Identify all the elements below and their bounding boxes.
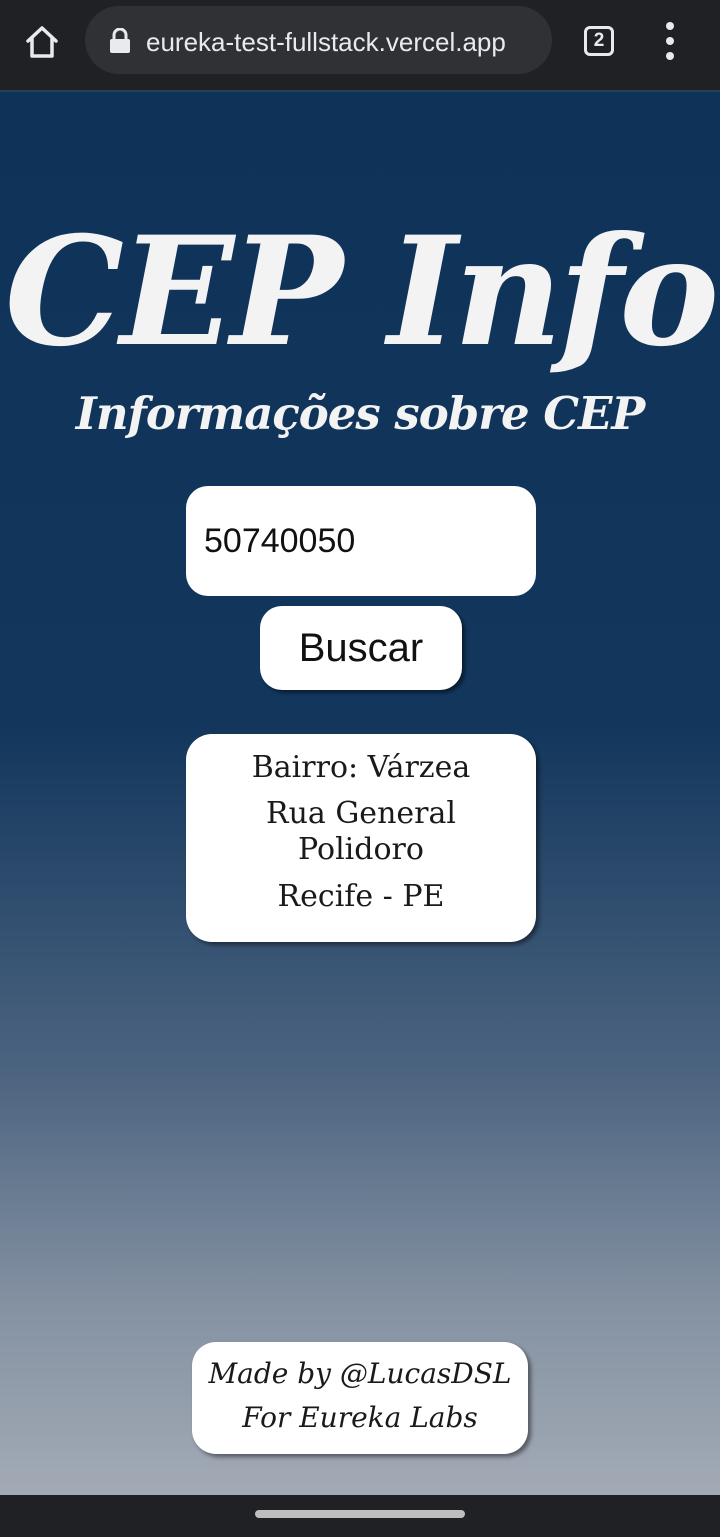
footer-card: Made by @LucasDSL For Eureka Labs xyxy=(192,1342,528,1454)
cep-input[interactable] xyxy=(186,486,536,596)
search-button[interactable]: Buscar xyxy=(260,606,462,690)
footer-org: For Eureka Labs xyxy=(242,1401,478,1434)
home-button[interactable] xyxy=(18,18,66,66)
browser-toolbar: eureka-test-fullstack.vercel.app 2 xyxy=(0,0,720,90)
result-rua-line2: Polidoro xyxy=(298,832,424,867)
page-title: CEP Info xyxy=(4,204,720,380)
tab-count: 2 xyxy=(593,30,605,51)
page-content: CEP Info Informações sobre CEP Buscar Ba… xyxy=(0,90,720,1495)
home-icon xyxy=(26,26,58,58)
more-vert-button[interactable] xyxy=(655,20,685,64)
tab-switcher-button[interactable]: 2 xyxy=(582,24,620,62)
system-nav-bar xyxy=(0,1495,720,1537)
gesture-handle[interactable] xyxy=(255,1510,465,1518)
address-bar[interactable]: eureka-test-fullstack.vercel.app xyxy=(85,6,552,74)
more-vert-icon xyxy=(666,22,674,30)
footer-author: Made by @LucasDSL xyxy=(208,1357,512,1390)
result-cidade: Recife - PE xyxy=(277,879,445,914)
result-rua-line1: Rua General xyxy=(266,796,456,831)
url-text: eureka-test-fullstack.vercel.app xyxy=(146,27,506,57)
page-subtitle: Informações sobre CEP xyxy=(75,387,645,440)
result-card: Bairro: Várzea Rua General Polidoro Reci… xyxy=(186,734,536,942)
tab-switcher-icon: 2 xyxy=(584,26,614,56)
lock-icon xyxy=(110,28,130,53)
result-bairro: Bairro: Várzea xyxy=(251,750,471,785)
